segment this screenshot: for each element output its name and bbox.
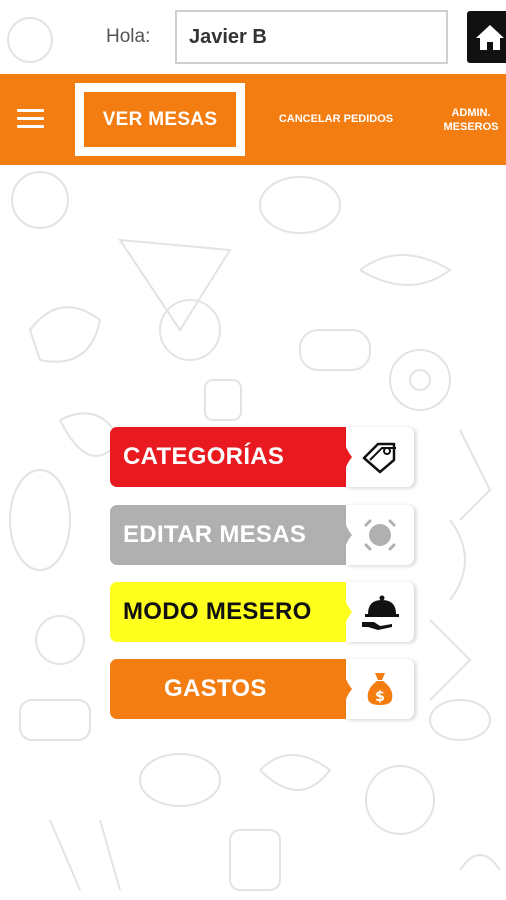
circle-target-icon — [364, 519, 396, 551]
gastos-button[interactable]: GASTOS $ — [110, 659, 414, 719]
editar-mesas-label: EDITAR MESAS — [110, 505, 346, 565]
home-icon — [475, 25, 504, 50]
nav-bar: VER MESAS CANCELAR PEDIDOS ADMIN. MESERO… — [0, 74, 506, 165]
gastos-notch — [338, 659, 352, 719]
categorias-button[interactable]: CATEGORÍAS — [110, 427, 414, 487]
admin-line2: MESEROS — [443, 121, 499, 133]
greeting-label: Hola: — [106, 26, 151, 47]
serving-tray-icon — [362, 595, 399, 630]
ver-mesas-button[interactable]: VER MESAS — [84, 92, 236, 147]
admin-meseros-link[interactable]: ADMIN. MESEROS — [436, 106, 506, 134]
gastos-label: GASTOS — [110, 659, 346, 719]
ver-mesas-frame: VER MESAS — [75, 83, 245, 156]
hamburger-icon[interactable] — [17, 109, 44, 129]
user-name-field[interactable]: Javier B — [175, 10, 448, 64]
editar-mesas-notch — [338, 505, 352, 565]
modo-mesero-notch — [338, 582, 352, 642]
modo-mesero-button[interactable]: MODO MESERO — [110, 582, 414, 642]
categorias-label: CATEGORÍAS — [110, 427, 346, 487]
admin-line1: ADMIN. — [451, 107, 491, 119]
categorias-notch — [338, 427, 352, 487]
cancelar-pedidos-link[interactable]: CANCELAR PEDIDOS — [262, 112, 410, 126]
editar-mesas-button[interactable]: EDITAR MESAS — [110, 505, 414, 565]
top-bar: Hola: Javier B — [0, 0, 506, 74]
modo-mesero-label: MODO MESERO — [110, 582, 346, 642]
svg-text:$: $ — [375, 689, 385, 705]
tag-icon — [362, 442, 396, 474]
money-bag-icon: $ — [367, 673, 393, 705]
home-button[interactable] — [467, 11, 506, 63]
